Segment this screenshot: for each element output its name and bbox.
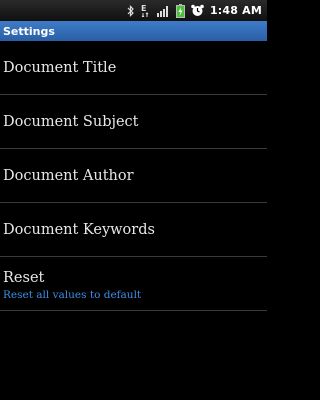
setting-reset[interactable]: Reset Reset all values to default	[0, 257, 267, 311]
settings-list: Document Title Document Subject Document…	[0, 41, 267, 311]
setting-document-keywords[interactable]: Document Keywords	[0, 203, 267, 257]
bluetooth-icon	[127, 4, 135, 18]
setting-label: Document Title	[3, 59, 117, 76]
signal-bars-icon	[156, 4, 170, 18]
setting-label: Document Keywords	[3, 221, 155, 238]
setting-document-title[interactable]: Document Title	[0, 41, 267, 95]
status-bar: E 1:48 AM	[0, 0, 267, 21]
title-bar: Settings	[0, 21, 267, 41]
setting-document-author[interactable]: Document Author	[0, 149, 267, 203]
page-title: Settings	[3, 24, 55, 38]
data-transfer-icon: E	[141, 4, 151, 18]
battery-icon	[175, 3, 185, 18]
setting-label: Reset	[3, 270, 45, 286]
setting-label: Document Author	[3, 167, 134, 184]
setting-summary: Reset all values to default	[3, 289, 142, 301]
status-time: 1:48 AM	[209, 4, 262, 17]
setting-document-subject[interactable]: Document Subject	[0, 95, 267, 149]
data-network-label: E	[141, 4, 146, 13]
alarm-clock-icon	[191, 4, 204, 18]
setting-label: Document Subject	[3, 113, 139, 130]
